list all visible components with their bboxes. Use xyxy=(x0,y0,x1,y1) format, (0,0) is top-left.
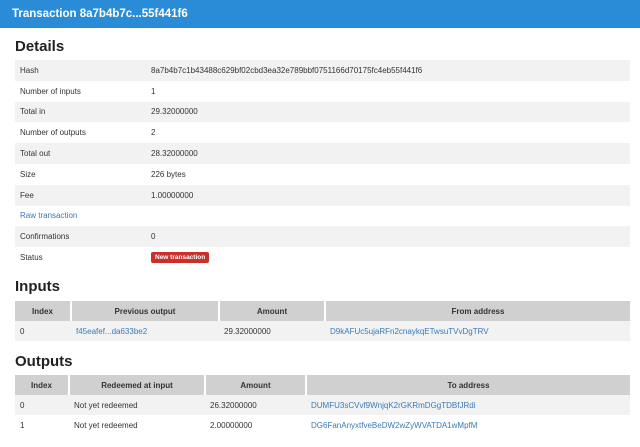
details-label: Total in xyxy=(15,101,146,123)
column-header: Index xyxy=(15,301,72,321)
inputs-header-row: Index Previous output Amount From addres… xyxy=(15,301,630,321)
inputs-table: Index Previous output Amount From addres… xyxy=(15,301,630,341)
column-header: Amount xyxy=(219,301,326,321)
table-row: 1 Not yet redeemed 2.00000000 DG6FanAnyx… xyxy=(15,415,630,435)
column-header: Index xyxy=(15,375,70,395)
table-row: 0 Not yet redeemed 26.32000000 DUMFU3sCV… xyxy=(15,395,630,415)
details-row-number-of-outputs: Number of outputs 2 xyxy=(15,122,630,143)
raw-transaction-link[interactable]: Raw transaction xyxy=(20,211,77,220)
page-title: Transaction 8a7b4b7c...55f441f6 xyxy=(12,8,188,20)
details-row-hash: Hash 8a7b4b7c1b43488c629bf02cbd3ea32e789… xyxy=(15,60,630,81)
details-value: 29.32000000 xyxy=(146,101,630,123)
details-value: 226 bytes xyxy=(151,169,186,179)
output-index: 1 xyxy=(20,420,25,430)
details-label: Total out xyxy=(15,143,146,164)
to-address-link[interactable]: DG6FanAnyxtfveBeDW2wZyWVATDA1wMpfM xyxy=(311,421,477,430)
details-value xyxy=(146,206,630,227)
details-value: 0 xyxy=(146,226,630,248)
details-label: Hash xyxy=(15,60,146,81)
from-address-link[interactable]: D9kAFUc5ujaRFn2cnaykqETwsuTVvDgTRV xyxy=(330,327,489,336)
column-header: Previous output xyxy=(71,301,220,321)
redeemed-status: Not yet redeemed xyxy=(69,395,205,415)
column-header: Amount xyxy=(205,375,307,395)
redeemed-status: Not yet redeemed xyxy=(74,420,138,430)
column-header: To address xyxy=(306,375,630,395)
output-index: 0 xyxy=(15,395,69,415)
details-heading: Details xyxy=(15,38,65,55)
details-label: Number of inputs xyxy=(20,86,81,96)
output-amount: 2.00000000 xyxy=(210,420,253,430)
details-row-size: Size 226 bytes xyxy=(15,164,630,185)
column-header: Redeemed at input xyxy=(69,375,206,395)
details-row-status: Status New transaction xyxy=(15,247,630,268)
status-badge: New transaction xyxy=(151,252,210,264)
details-row-total-out: Total out 28.32000000 xyxy=(15,143,630,164)
table-row: 0 f45eafef...da633be2 29.32000000 D9kAFU… xyxy=(15,321,630,341)
details-value: 1.00000000 xyxy=(146,184,630,206)
details-label: Fee xyxy=(15,184,146,206)
output-amount: 26.32000000 xyxy=(205,395,306,415)
details-row-raw-transaction: Raw transaction xyxy=(15,206,630,227)
details-row-confirmations: Confirmations 0 xyxy=(15,226,630,248)
outputs-heading: Outputs xyxy=(15,353,73,370)
details-value: 28.32000000 xyxy=(146,143,630,164)
details-label: Number of outputs xyxy=(20,128,86,138)
previous-output-link[interactable]: f45eafef...da633be2 xyxy=(76,327,147,336)
details-value: 1 xyxy=(151,86,156,96)
details-value: 2 xyxy=(151,128,156,138)
input-index: 0 xyxy=(15,321,71,341)
outputs-table: Index Redeemed at input Amount To addres… xyxy=(15,375,630,435)
input-amount: 29.32000000 xyxy=(219,321,325,341)
details-value: 8a7b4b7c1b43488c629bf02cbd3ea32e789bbf07… xyxy=(146,60,630,81)
details-row-number-of-inputs: Number of inputs 1 xyxy=(15,81,630,102)
to-address-link[interactable]: DUMFU3sCVvf9WnjqK2rGKRmDGgTDBfJRdi xyxy=(311,401,475,410)
outputs-header-row: Index Redeemed at input Amount To addres… xyxy=(15,375,630,395)
details-label: Status xyxy=(20,253,43,263)
details-label: Size xyxy=(20,169,36,179)
details-table: Hash 8a7b4b7c1b43488c629bf02cbd3ea32e789… xyxy=(15,60,630,268)
details-row-total-in: Total in 29.32000000 xyxy=(15,101,630,123)
inputs-heading: Inputs xyxy=(15,278,60,295)
column-header: From address xyxy=(325,301,630,321)
details-label: Confirmations xyxy=(15,226,146,248)
details-row-fee: Fee 1.00000000 xyxy=(15,184,630,206)
transaction-title-bar: Transaction 8a7b4b7c...55f441f6 xyxy=(0,0,640,28)
